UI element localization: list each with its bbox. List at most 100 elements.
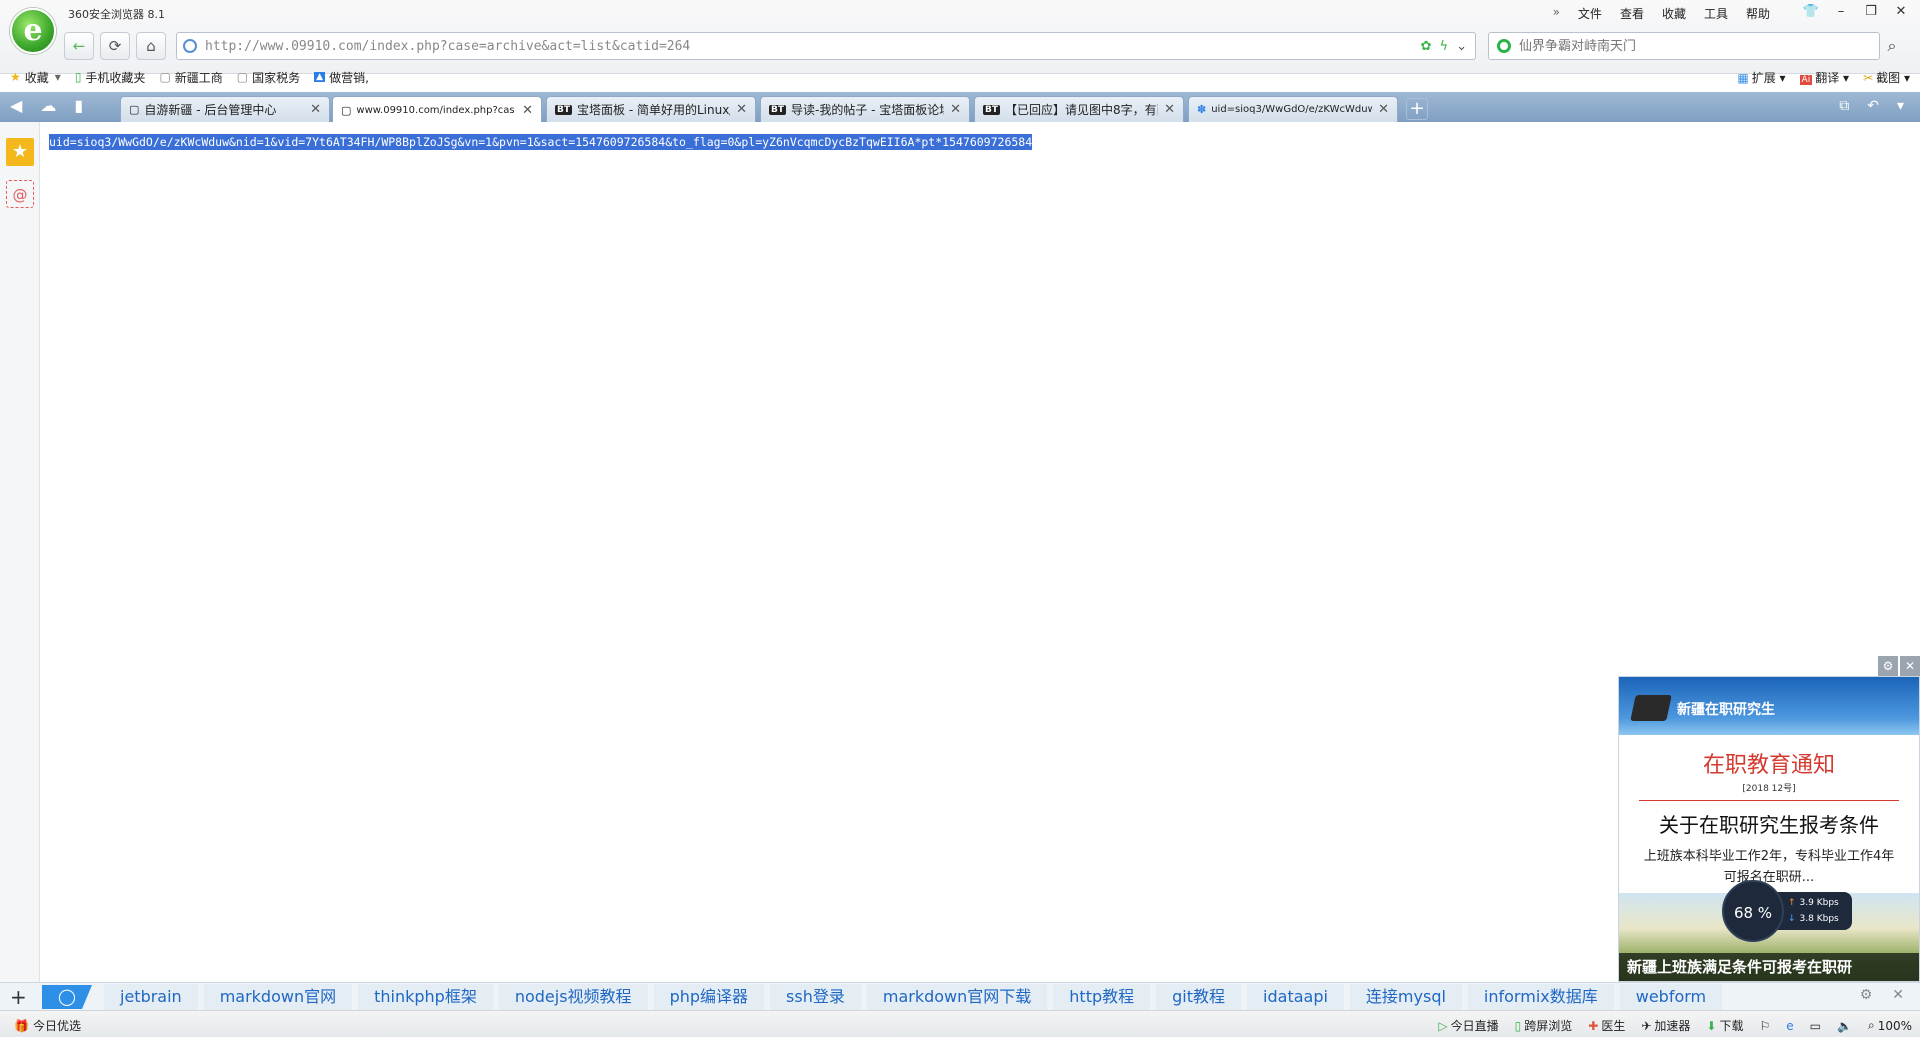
- chevron-down-icon[interactable]: ▾: [1897, 98, 1904, 114]
- chevron-down-icon[interactable]: ⌄: [1456, 39, 1467, 54]
- close-tab-icon[interactable]: ✕: [310, 102, 321, 117]
- minimize-button[interactable]: –: [1828, 2, 1854, 22]
- tab-bt-reply[interactable]: BT 【已回应】请见图中8字，有两 ✕: [974, 96, 1184, 122]
- volume-icon[interactable]: 🔈: [1837, 1019, 1852, 1033]
- screenshot-button[interactable]: ✂ 截图 ▾: [1863, 69, 1910, 86]
- search-input[interactable]: [1519, 38, 1879, 54]
- zoom-button[interactable]: ⌕ 100%: [1868, 1018, 1912, 1033]
- phone-icon: ▯: [74, 70, 82, 84]
- chevron-down-icon[interactable]: ▾: [55, 70, 61, 84]
- close-tab-icon[interactable]: ✕: [1378, 102, 1389, 117]
- menu-file[interactable]: 文件: [1578, 5, 1602, 22]
- search-engine-icon[interactable]: [1497, 39, 1511, 53]
- speed-mode-icon[interactable]: ϟ: [1440, 39, 1449, 54]
- close-icon[interactable]: ✕: [1892, 987, 1904, 1003]
- translate-icon: Ai: [1799, 74, 1813, 85]
- quicklink-item[interactable]: http教程: [1053, 984, 1151, 1010]
- doctor-button[interactable]: ✚ 医生: [1588, 1017, 1625, 1034]
- download-icon: ⬇: [1706, 1018, 1717, 1033]
- selected-text[interactable]: uid=sioq3/WwGdO/e/zKWcWduw&nid=1&vid=7Yt…: [49, 134, 1033, 150]
- tab-admin-center[interactable]: ▢ 自游新疆 - 后台管理中心 ✕: [120, 96, 330, 122]
- live-button[interactable]: ▷ 今日直播: [1438, 1017, 1498, 1034]
- quicklink-item[interactable]: markdown官网: [203, 984, 353, 1010]
- sidebar-toggle-icon[interactable]: ◀: [10, 96, 22, 115]
- quicklink-item[interactable]: nodejs视频教程: [498, 984, 648, 1010]
- skin-icon[interactable]: 👕: [1798, 2, 1824, 22]
- graduation-cap-icon: [1630, 695, 1672, 721]
- bookmark-xinjiang-gongshang[interactable]: ▢ 新疆工商: [159, 69, 222, 86]
- menu-bar: » 文件 查看 收藏 工具 帮助: [1553, 5, 1770, 22]
- menu-favorites[interactable]: 收藏: [1662, 5, 1686, 22]
- zoom-icon: ⌕: [1867, 1018, 1875, 1032]
- quicklink-item[interactable]: php编译器: [653, 984, 765, 1010]
- menu-more-icon[interactable]: »: [1553, 5, 1560, 22]
- gear-icon[interactable]: ⚙: [1878, 656, 1898, 676]
- accelerator-button[interactable]: ✈ 加速器: [1641, 1017, 1690, 1034]
- flag-icon[interactable]: ⚐: [1760, 1019, 1771, 1033]
- close-tab-icon[interactable]: ✕: [950, 102, 961, 117]
- quicklink-item[interactable]: ssh登录: [770, 984, 861, 1010]
- menu-tools[interactable]: 工具: [1704, 5, 1728, 22]
- quicklink-item[interactable]: informix数据库: [1467, 984, 1614, 1010]
- quicklink-item[interactable]: idataapi: [1247, 984, 1344, 1010]
- close-window-button[interactable]: ✕: [1888, 2, 1914, 22]
- gear-icon[interactable]: ⚙: [1860, 987, 1873, 1003]
- extensions-button[interactable]: ▦ 扩展 ▾: [1737, 69, 1785, 86]
- favorites-star-icon[interactable]: ★: [6, 138, 34, 166]
- home-button[interactable]: ⌂: [136, 32, 166, 60]
- back-button[interactable]: ←: [64, 32, 94, 60]
- close-tab-icon[interactable]: ✕: [1164, 102, 1175, 117]
- search-box: [1488, 32, 1880, 60]
- url-input[interactable]: [205, 38, 1421, 54]
- tab-uid[interactable]: ✽ uid=sioq3/WwGdO/e/zKWcWduw_ ✕: [1188, 96, 1398, 122]
- bookmark-tax[interactable]: ▢ 国家税务: [237, 69, 300, 86]
- quicklink-item[interactable]: 连接mysql: [1349, 984, 1462, 1010]
- tab-09910[interactable]: ▢ www.09910.com/index.php?cas ✕: [332, 96, 542, 123]
- quicklink-item[interactable]: webform: [1619, 984, 1723, 1010]
- star-icon: ★: [10, 70, 21, 84]
- undo-close-icon[interactable]: ↶: [1867, 98, 1879, 114]
- bt-icon: BT: [769, 104, 786, 115]
- quicklink-item[interactable]: git教程: [1156, 984, 1242, 1010]
- ad-brand: 新疆在职研究生: [1677, 702, 1775, 718]
- bookmark-marketing[interactable]: ▲ 做营销,: [314, 69, 369, 86]
- download-arrow-icon: ↓: [1788, 914, 1796, 924]
- browser-logo-icon: e: [10, 8, 56, 54]
- tab-bt-forum[interactable]: BT 导读-我的帖子 - 宝塔面板论坛 ✕: [760, 96, 970, 122]
- ie-icon[interactable]: e: [1786, 1019, 1793, 1033]
- tab-bt-panel[interactable]: BT 宝塔面板 - 简单好用的Linux/ ✕: [546, 96, 756, 122]
- refresh-button[interactable]: ⟳: [100, 32, 130, 60]
- app-title: 360安全浏览器 8.1: [68, 8, 165, 21]
- translate-button[interactable]: Ai 翻译 ▾: [1799, 69, 1849, 86]
- download-button[interactable]: ⬇ 下载: [1706, 1017, 1743, 1034]
- new-tab-button[interactable]: +: [1406, 98, 1428, 120]
- quick-search-button[interactable]: ◯: [42, 985, 92, 1009]
- cross-screen-button[interactable]: ▯ 跨屏浏览: [1515, 1017, 1573, 1034]
- today-picks[interactable]: 🎁 今日优选: [14, 1017, 81, 1034]
- bookmark-mobile[interactable]: ▯ 手机收藏夹: [75, 69, 146, 86]
- mail-at-icon[interactable]: @: [6, 180, 34, 208]
- restore-button[interactable]: ❐: [1858, 2, 1884, 22]
- window-icon[interactable]: ▭: [1810, 1019, 1821, 1033]
- menu-view[interactable]: 查看: [1620, 5, 1644, 22]
- search-icon: ⌕: [1887, 36, 1897, 55]
- cloud-icon[interactable]: ☁: [40, 96, 56, 115]
- close-tab-icon[interactable]: ✕: [522, 103, 533, 118]
- plus-icon: +: [10, 985, 27, 1009]
- search-button[interactable]: ⌕: [1874, 32, 1910, 60]
- ad-title: 在职教育通知: [1702, 753, 1835, 778]
- quicklink-item[interactable]: thinkphp框架: [358, 984, 493, 1010]
- quicklink-item[interactable]: jetbrain: [104, 984, 198, 1010]
- close-tab-icon[interactable]: ✕: [736, 102, 747, 117]
- bt-icon: BT: [555, 104, 572, 115]
- network-speed-widget[interactable]: ↑ 3.9 Kbps ↓ 3.8 Kbps 68 %: [1722, 880, 1854, 942]
- security-icon[interactable]: ✿: [1421, 39, 1432, 54]
- tab-list-icon[interactable]: ⧉: [1839, 98, 1849, 114]
- menu-help[interactable]: 帮助: [1746, 5, 1770, 22]
- add-link-button[interactable]: +: [10, 985, 27, 1009]
- bookmark-favorites[interactable]: ★ 收藏 ▾: [10, 69, 61, 86]
- quicklink-item[interactable]: markdown官网下载: [866, 984, 1048, 1010]
- ad-footer[interactable]: 新疆上班族满足条件可报考在职研: [1619, 953, 1919, 981]
- trash-icon[interactable]: ▮: [74, 96, 83, 115]
- close-icon[interactable]: ✕: [1900, 656, 1920, 676]
